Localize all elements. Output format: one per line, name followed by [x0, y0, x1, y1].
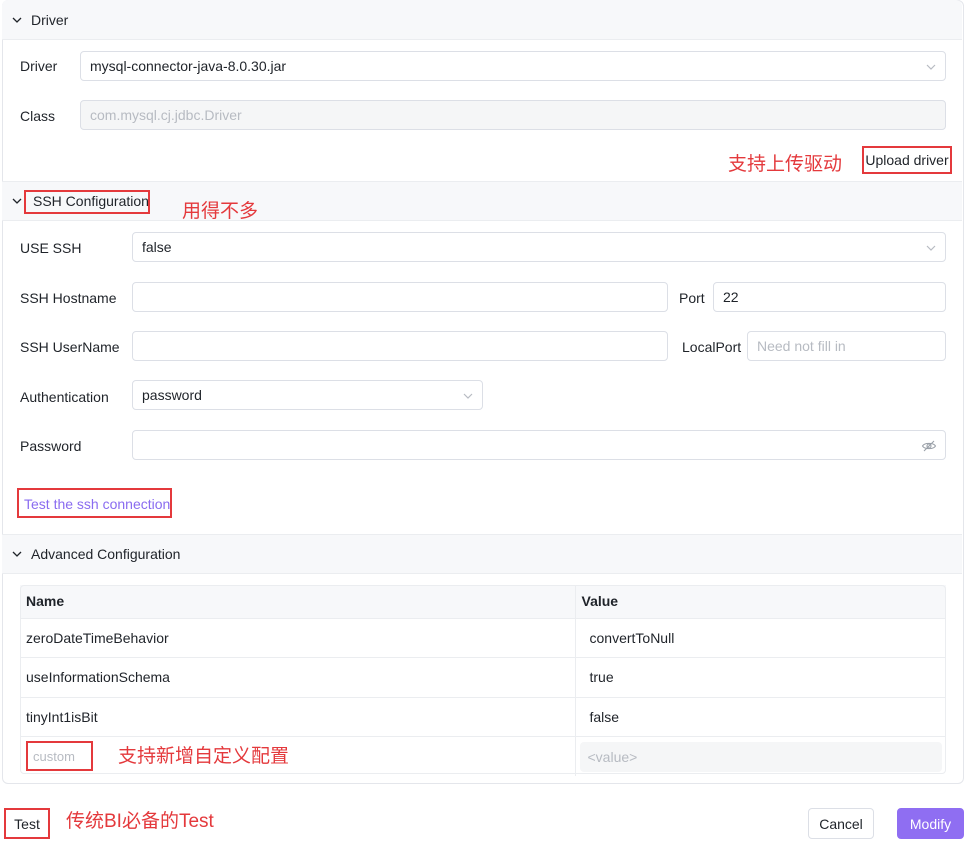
ssh-annotation: 用得不多: [182, 201, 259, 222]
chevron-down-icon: [10, 13, 24, 27]
custom-value-cell: <value>: [574, 736, 946, 776]
authentication-select[interactable]: password: [132, 380, 483, 410]
table-header-row: Name Value: [20, 585, 946, 619]
test-annotation: 传统BI必备的Test: [66, 811, 214, 832]
table-row: zeroDateTimeBehavior convertToNull: [20, 618, 946, 658]
advanced-section-title: Advanced Configuration: [31, 546, 181, 562]
ssh-hostname-input[interactable]: [132, 282, 668, 312]
upload-driver-button[interactable]: Upload driver: [862, 146, 952, 174]
chevron-down-icon: [925, 60, 937, 72]
ssh-hostname-label: SSH Hostname: [20, 290, 117, 306]
driver-select-value: mysql-connector-java-8.0.30.jar: [90, 58, 287, 74]
chevron-down-icon: [462, 389, 474, 401]
localport-input[interactable]: Need not fill in: [747, 331, 946, 361]
config-name-cell: tinyInt1isBit: [20, 697, 575, 737]
upload-driver-label: Upload driver: [865, 152, 949, 168]
driver-section-header[interactable]: Driver: [2, 0, 962, 40]
custom-name-input[interactable]: custom: [26, 741, 93, 771]
test-button[interactable]: Test: [4, 808, 50, 839]
custom-name-cell: [20, 737, 575, 777]
cancel-button[interactable]: Cancel: [808, 808, 874, 839]
custom-name-placeholder: custom: [33, 748, 75, 764]
driver-select[interactable]: mysql-connector-java-8.0.30.jar: [80, 51, 946, 81]
upload-driver-annotation: 支持上传驱动: [728, 154, 843, 175]
driver-section-title: Driver: [31, 11, 69, 28]
password-label: Password: [20, 438, 82, 454]
port-value: 22: [723, 289, 739, 305]
localport-label: LocalPort: [682, 339, 742, 355]
modify-button[interactable]: Modify: [897, 808, 964, 839]
custom-value-placeholder: <value>: [587, 748, 638, 765]
password-input[interactable]: [132, 430, 946, 460]
column-header-name: Name: [20, 585, 575, 619]
driver-label: Driver: [20, 58, 58, 74]
chevron-down-icon: [10, 547, 24, 561]
ssh-title-highlight: [24, 190, 150, 214]
authentication-value: password: [142, 387, 202, 403]
config-value-cell[interactable]: true: [574, 657, 946, 698]
modify-button-label: Modify: [909, 815, 952, 832]
config-value-cell[interactable]: false: [574, 697, 946, 737]
config-name-cell: useInformationSchema: [20, 657, 575, 698]
port-label: Port: [679, 290, 705, 306]
eye-off-icon[interactable]: [921, 438, 937, 454]
port-input[interactable]: 22: [713, 282, 946, 312]
test-button-label: Test: [14, 815, 40, 832]
custom-config-annotation: 支持新增自定义配置: [118, 746, 290, 767]
custom-value-input[interactable]: <value>: [579, 741, 942, 772]
chevron-down-icon: [10, 194, 24, 208]
use-ssh-value: false: [142, 239, 172, 255]
chevron-down-icon: [925, 241, 937, 253]
advanced-section-header[interactable]: Advanced Configuration: [2, 534, 962, 574]
use-ssh-select[interactable]: false: [132, 232, 946, 262]
test-ssh-connection-link[interactable]: Test the ssh connection: [24, 496, 170, 512]
ssh-username-input[interactable]: [132, 331, 668, 361]
class-field: com.mysql.cj.jdbc.Driver: [80, 100, 946, 130]
column-header-value: Value: [574, 585, 946, 619]
class-field-value: com.mysql.cj.jdbc.Driver: [90, 107, 242, 123]
table-row: useInformationSchema true: [20, 657, 946, 698]
use-ssh-label: USE SSH: [20, 240, 82, 256]
class-label: Class: [20, 108, 56, 124]
config-value-cell[interactable]: convertToNull: [574, 618, 946, 658]
config-name-cell: zeroDateTimeBehavior: [20, 618, 575, 658]
localport-placeholder: Need not fill in: [757, 338, 846, 354]
cancel-button-label: Cancel: [819, 815, 863, 832]
authentication-label: Authentication: [20, 389, 109, 405]
table-row: tinyInt1isBit false: [20, 697, 946, 737]
ssh-username-label: SSH UserName: [20, 339, 120, 355]
